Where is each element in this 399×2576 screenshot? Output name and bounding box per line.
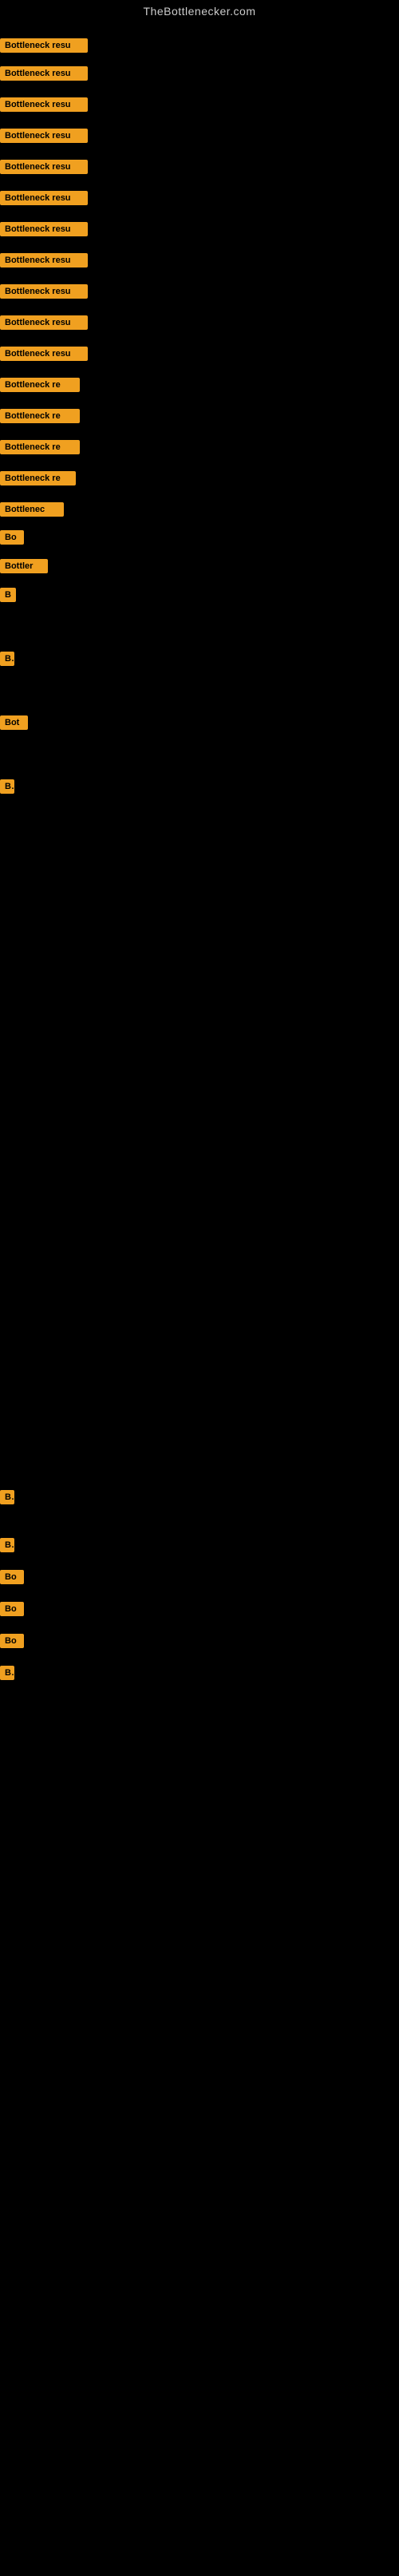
bottleneck-result-button[interactable]: Bottleneck resu — [0, 191, 88, 205]
bottleneck-result-button[interactable]: B — [0, 652, 14, 666]
bottleneck-result-button[interactable]: B — [0, 588, 16, 602]
bottleneck-result-button[interactable]: Bottleneck resu — [0, 160, 88, 174]
bottleneck-result-button[interactable]: Bottleneck resu — [0, 97, 88, 112]
bottleneck-result-button[interactable]: B — [0, 779, 14, 794]
bottleneck-result-button[interactable]: Bottleneck re — [0, 378, 80, 392]
bottleneck-result-button[interactable]: Bottleneck resu — [0, 315, 88, 330]
bottleneck-result-button[interactable]: Bottleneck resu — [0, 284, 88, 299]
site-title: TheBottlenecker.com — [0, 0, 399, 21]
bottleneck-result-button[interactable]: Bottler — [0, 559, 48, 573]
bottleneck-result-button[interactable]: Bottleneck re — [0, 471, 76, 485]
bottleneck-result-button[interactable]: B — [0, 1538, 14, 1552]
bottleneck-result-button[interactable]: Bottleneck resu — [0, 347, 88, 361]
bottleneck-result-button[interactable]: Bottleneck re — [0, 409, 80, 423]
bottleneck-result-button[interactable]: Bo — [0, 530, 24, 545]
bottleneck-result-button[interactable]: Bottleneck re — [0, 440, 80, 454]
bottleneck-result-button[interactable]: Bottleneck resu — [0, 222, 88, 236]
bottleneck-result-button[interactable]: Bottleneck resu — [0, 253, 88, 268]
bottleneck-result-button[interactable]: Bo — [0, 1570, 24, 1584]
bottleneck-result-button[interactable]: Bottleneck resu — [0, 66, 88, 81]
bottleneck-result-button[interactable]: Bot — [0, 715, 28, 730]
bottleneck-result-button[interactable]: B — [0, 1666, 14, 1680]
bottleneck-result-button[interactable]: Bottleneck resu — [0, 38, 88, 53]
bottleneck-result-button[interactable]: Bo — [0, 1634, 24, 1648]
bottleneck-result-button[interactable]: Bottleneck resu — [0, 129, 88, 143]
bottleneck-result-button[interactable]: Bo — [0, 1602, 24, 1616]
bottleneck-result-button[interactable]: B — [0, 1490, 14, 1504]
bottleneck-result-button[interactable]: Bottlenec — [0, 502, 64, 517]
